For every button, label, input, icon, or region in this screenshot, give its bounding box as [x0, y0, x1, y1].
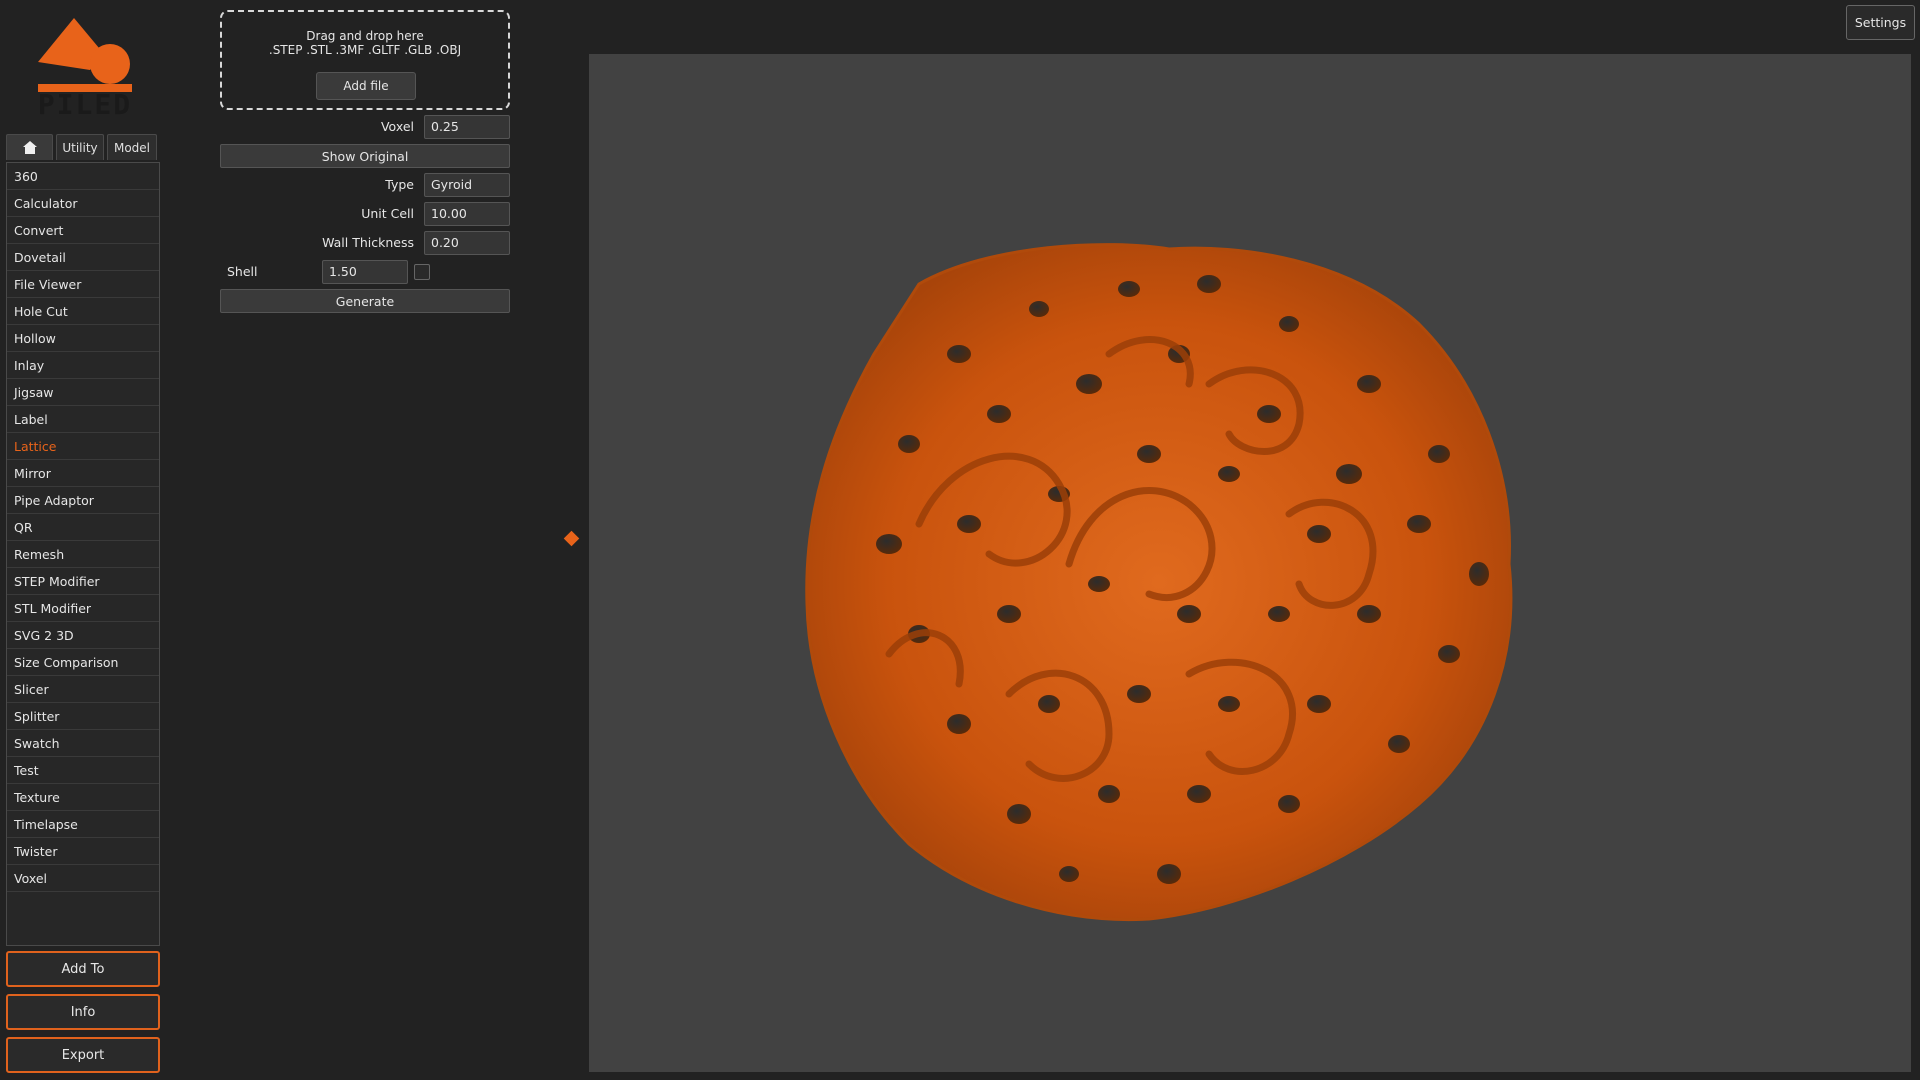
unit-cell-input[interactable]: 10.00: [424, 202, 510, 226]
lattice-hole: [1076, 374, 1102, 394]
lattice-hole: [1127, 685, 1151, 703]
lattice-hole: [947, 345, 971, 363]
lattice-hole: [1407, 515, 1431, 533]
lattice-hole: [1007, 804, 1031, 824]
tool-item-slicer[interactable]: Slicer: [7, 676, 159, 703]
panel-collapse-handle[interactable]: [563, 530, 580, 547]
tool-item-mirror[interactable]: Mirror: [7, 460, 159, 487]
tool-item-texture[interactable]: Texture: [7, 784, 159, 811]
tool-item-swatch[interactable]: Swatch: [7, 730, 159, 757]
lattice-hole: [876, 534, 902, 554]
wall-thickness-label: Wall Thickness: [322, 235, 414, 250]
tool-item-inlay[interactable]: Inlay: [7, 352, 159, 379]
dropzone-formats: .STEP .STL .3MF .GLTF .GLB .OBJ: [268, 43, 462, 57]
tool-item-jigsaw[interactable]: Jigsaw: [7, 379, 159, 406]
voxel-label: Voxel: [380, 119, 414, 134]
wall-thickness-input[interactable]: 0.20: [424, 231, 510, 255]
tool-item-test[interactable]: Test: [7, 757, 159, 784]
lattice-hole: [1307, 525, 1331, 543]
tool-item-calculator[interactable]: Calculator: [7, 190, 159, 217]
logo-text: PILED: [37, 88, 133, 121]
tab-utility[interactable]: Utility: [56, 134, 104, 160]
app-logo: PILED: [30, 14, 140, 120]
tool-list: 360 Calculator Convert Dovetail File Viewer H…: [6, 162, 160, 946]
lattice-hole: [1177, 605, 1201, 623]
settings-button[interactable]: Settings: [1846, 5, 1915, 40]
lattice-hole: [1197, 275, 1221, 293]
tool-item-remesh[interactable]: Remesh: [7, 541, 159, 568]
lattice-hole: [987, 405, 1011, 423]
tool-item-hollow[interactable]: Hollow: [7, 325, 159, 352]
tool-item-lattice[interactable]: Lattice: [7, 433, 159, 460]
gyroid-sphere-model: [805, 243, 1513, 922]
tool-category-tabs: Utility Model: [6, 134, 157, 160]
tool-item-splitter[interactable]: Splitter: [7, 703, 159, 730]
lattice-hole: [1059, 866, 1079, 882]
tool-item-360[interactable]: 360: [7, 163, 159, 190]
lattice-hole: [1088, 576, 1110, 592]
lattice-hole: [1157, 864, 1181, 884]
lattice-hole: [898, 435, 920, 453]
lattice-hole: [1029, 301, 1049, 317]
info-button[interactable]: Info: [6, 994, 160, 1030]
tool-item-twister[interactable]: Twister: [7, 838, 159, 865]
type-label: Type: [385, 177, 414, 192]
lattice-hole: [1388, 735, 1410, 753]
lattice-hole: [1279, 316, 1299, 332]
tool-item-file-viewer[interactable]: File Viewer: [7, 271, 159, 298]
tool-item-pipe-adaptor[interactable]: Pipe Adaptor: [7, 487, 159, 514]
lattice-hole: [1268, 606, 1290, 622]
tool-item-qr[interactable]: QR: [7, 514, 159, 541]
lattice-hole: [1357, 375, 1381, 393]
voxel-input[interactable]: 0.25: [424, 115, 510, 139]
tool-item-label[interactable]: Label: [7, 406, 159, 433]
lattice-hole: [1428, 445, 1450, 463]
lattice-hole: [1278, 795, 1300, 813]
tool-item-hole-cut[interactable]: Hole Cut: [7, 298, 159, 325]
lattice-hole: [1187, 785, 1211, 803]
tool-item-stl-modifier[interactable]: STL Modifier: [7, 595, 159, 622]
export-button[interactable]: Export: [6, 1037, 160, 1073]
add-file-button[interactable]: Add file: [316, 72, 416, 100]
tool-item-svg-2-3d[interactable]: SVG 2 3D: [7, 622, 159, 649]
tool-item-size-comparison[interactable]: Size Comparison: [7, 649, 159, 676]
lattice-hole: [947, 714, 971, 734]
logo-mark-icon: [38, 18, 132, 92]
lattice-hole: [1218, 696, 1240, 712]
lattice-hole: [997, 605, 1021, 623]
file-dropzone[interactable]: Drag and drop here .STEP .STL .3MF .GLTF…: [220, 10, 510, 110]
dropzone-instruction: Drag and drop here: [306, 29, 424, 43]
lattice-hole: [1257, 405, 1281, 423]
type-select[interactable]: Gyroid: [424, 173, 510, 197]
lattice-hole: [1038, 695, 1060, 713]
tool-item-dovetail[interactable]: Dovetail: [7, 244, 159, 271]
shell-thickness-input[interactable]: 1.50: [322, 260, 408, 284]
lattice-hole: [1098, 785, 1120, 803]
lattice-hole: [1218, 466, 1240, 482]
tool-item-voxel[interactable]: Voxel: [7, 865, 159, 892]
tool-item-timelapse[interactable]: Timelapse: [7, 811, 159, 838]
tool-item-step-modifier[interactable]: STEP Modifier: [7, 568, 159, 595]
lattice-hole: [957, 515, 981, 533]
add-to-button[interactable]: Add To: [6, 951, 160, 987]
lattice-hole: [1307, 695, 1331, 713]
lattice-hole: [1357, 605, 1381, 623]
lattice-hole: [1118, 281, 1140, 297]
generate-button[interactable]: Generate: [220, 289, 510, 313]
unit-cell-label: Unit Cell: [361, 206, 414, 221]
shell-thickness-checkbox[interactable]: [414, 264, 430, 280]
lattice-hole: [1469, 562, 1489, 586]
lattice-hole: [1438, 645, 1460, 663]
tab-model[interactable]: Model: [107, 134, 157, 160]
home-icon: [22, 141, 37, 154]
show-original-button[interactable]: Show Original: [220, 144, 510, 168]
lattice-hole: [1336, 464, 1362, 484]
tab-home[interactable]: [6, 134, 53, 160]
lattice-hole: [1137, 445, 1161, 463]
3d-viewport[interactable]: [589, 54, 1911, 1072]
tool-item-convert[interactable]: Convert: [7, 217, 159, 244]
